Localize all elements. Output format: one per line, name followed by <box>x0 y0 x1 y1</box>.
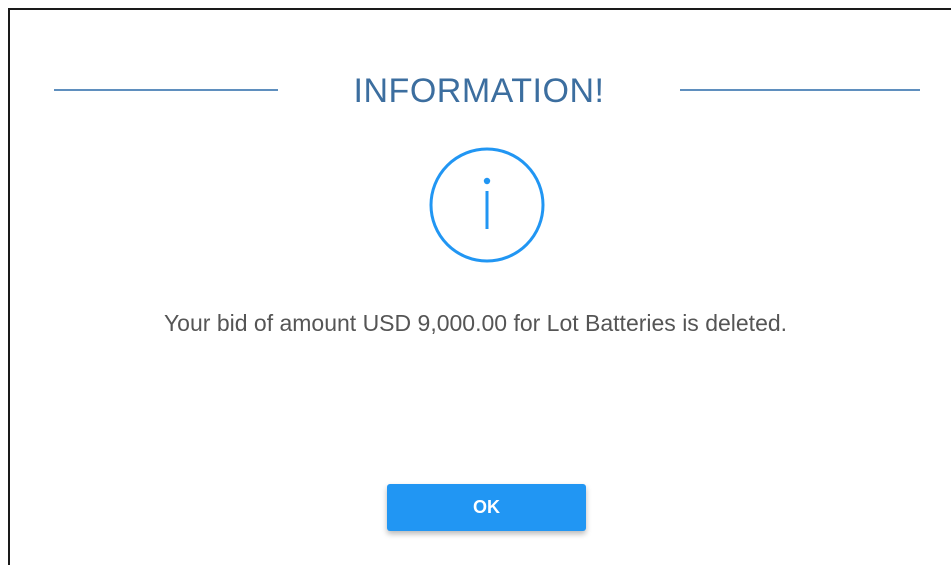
dialog-frame-top-border <box>8 8 951 10</box>
dialog-message: Your bid of amount USD 9,000.00 for Lot … <box>163 310 788 336</box>
information-dialog: INFORMATION! Your bid of amount USD 9,00… <box>0 0 951 565</box>
title-divider-right <box>680 89 920 91</box>
dialog-title: INFORMATION! <box>353 72 605 110</box>
dialog-header: INFORMATION! <box>0 68 951 114</box>
ok-button[interactable]: OK <box>387 484 586 531</box>
info-icon <box>428 146 546 264</box>
title-divider-left <box>54 89 278 91</box>
